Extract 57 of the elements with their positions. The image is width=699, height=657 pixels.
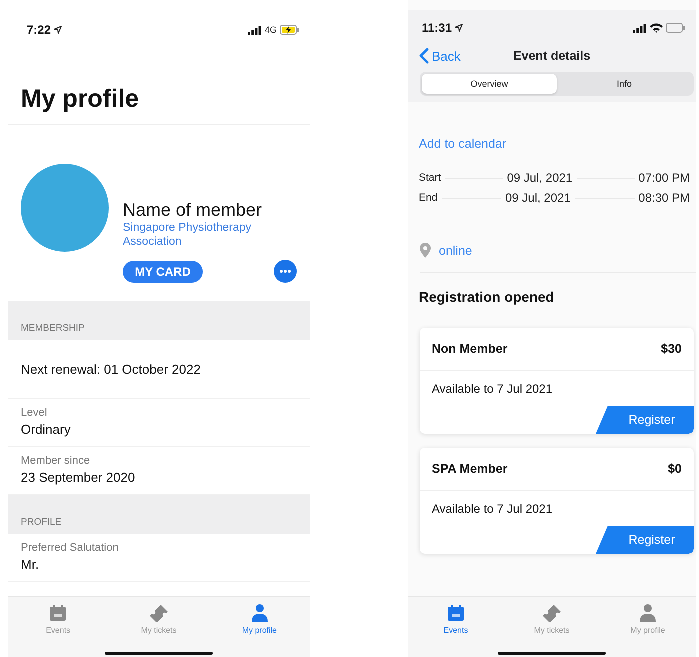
tab-bar-item[interactable]: Events xyxy=(408,597,504,635)
ticket-icon xyxy=(542,604,562,622)
more-icon[interactable] xyxy=(274,260,297,283)
schedule-time: 07:00 PM xyxy=(638,171,690,185)
ticket-price: $30 xyxy=(661,342,682,356)
schedule-date: 09 Jul, 2021 xyxy=(505,191,571,205)
availability-text: Available to 7 Jul 2021 xyxy=(431,501,554,518)
field-value: 23 September 2020 xyxy=(21,469,136,486)
schedule-label: End xyxy=(419,192,438,204)
tab-bar-item[interactable]: My profile xyxy=(209,597,310,635)
calendar-icon xyxy=(49,604,68,622)
renewal-text: Next renewal: 01 October 2022 xyxy=(21,362,201,376)
add-to-calendar-link[interactable]: Add to calendar xyxy=(419,137,696,151)
tab-bar-item[interactable]: Events xyxy=(8,597,109,635)
signal-icon xyxy=(248,26,262,34)
location-arrow-icon xyxy=(455,24,464,32)
segment-tab[interactable]: Info xyxy=(557,74,692,94)
schedule-date: 09 Jul, 2021 xyxy=(507,171,573,185)
location-arrow-icon xyxy=(54,26,62,34)
ticket-name: Non Member xyxy=(432,342,508,356)
field-value: Mr. xyxy=(21,556,40,573)
my-card-button[interactable]: MY CARD xyxy=(123,260,203,282)
status-time: 7:22 xyxy=(27,23,52,37)
calendar-icon xyxy=(447,604,465,622)
network-label: 4G xyxy=(264,25,277,35)
section-heading: Registration opened xyxy=(419,289,556,305)
location-pin-icon xyxy=(420,243,431,258)
wifi-icon xyxy=(650,23,663,33)
field-value: Ordinary xyxy=(21,421,72,438)
back-button[interactable]: Back xyxy=(408,48,461,64)
field-label: Member since xyxy=(21,454,92,469)
location-link[interactable]: online xyxy=(439,244,472,258)
organisation-name: Singapore Physiotherapy Association xyxy=(123,221,252,249)
ticket-price: $0 xyxy=(668,462,682,476)
schedule-time: 08:30 PM xyxy=(638,191,690,205)
page-title: My profile xyxy=(8,40,310,125)
tab-bar-item[interactable]: My tickets xyxy=(504,597,600,635)
register-button[interactable]: Register xyxy=(596,406,694,434)
ticket-icon xyxy=(149,604,169,622)
chevron-left-icon xyxy=(419,48,429,64)
person-icon xyxy=(639,604,657,622)
register-button[interactable]: Register xyxy=(596,526,694,554)
signal-icon xyxy=(633,24,647,32)
tab-bar-item[interactable]: My tickets xyxy=(108,597,210,635)
section-header: MEMBERSHIP xyxy=(8,301,310,340)
status-time: 11:31 xyxy=(422,21,452,35)
section-header: PROFILE xyxy=(8,495,310,534)
schedule-label: Start xyxy=(419,172,442,184)
person-icon xyxy=(250,604,269,622)
segment-tab[interactable]: Overview xyxy=(422,74,557,94)
field-label: Preferred Salutation xyxy=(21,541,120,556)
ticket-name: SPA Member xyxy=(432,462,508,476)
field-label: Level xyxy=(21,406,48,421)
member-name: Name of member xyxy=(123,199,264,221)
availability-text: Available to 7 Jul 2021 xyxy=(431,381,554,398)
screen-title: Event details xyxy=(513,49,591,63)
tab-bar-item[interactable]: My profile xyxy=(600,597,696,635)
